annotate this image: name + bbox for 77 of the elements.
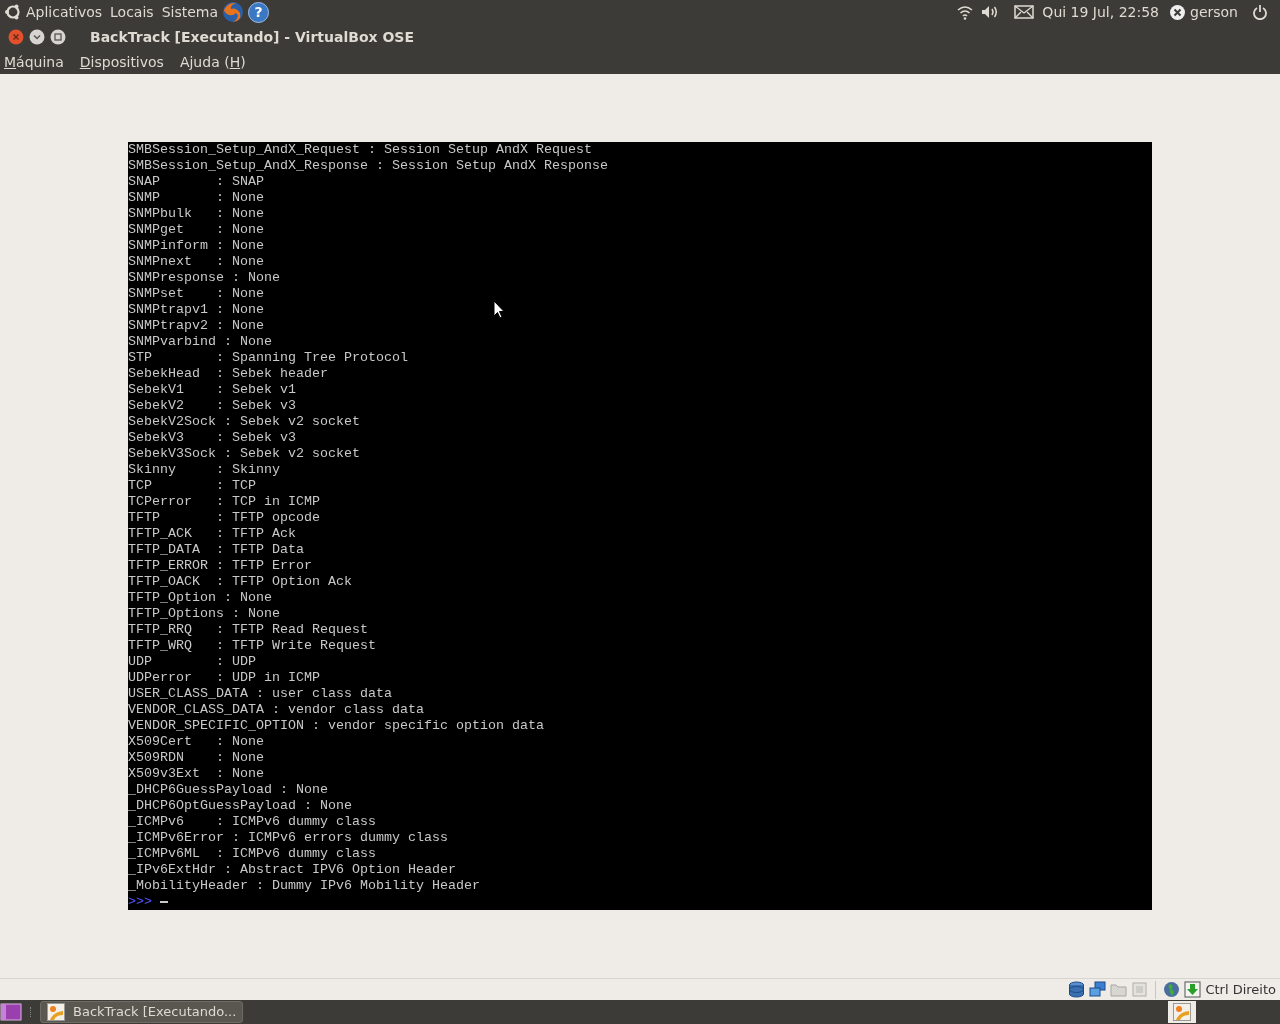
console-line: TFTP : TFTP opcode bbox=[128, 510, 320, 526]
console-line: TFTP_Options : None bbox=[128, 606, 280, 622]
menu-item[interactable]: Dispositivos bbox=[79, 51, 164, 73]
console-line: TCP : TCP bbox=[128, 478, 256, 494]
console-line: UDPerror : UDP in ICMP bbox=[128, 670, 320, 686]
ubuntu-logo-icon[interactable] bbox=[4, 3, 22, 21]
console-line: SebekV3Sock : Sebek v2 socket bbox=[128, 446, 360, 462]
menu-item[interactable]: Ajuda (H) bbox=[179, 51, 246, 73]
host-key-label: Ctrl Direito bbox=[1205, 980, 1276, 999]
console-line: SNMPresponse : None bbox=[128, 270, 280, 286]
console-line: SNAP : SNAP bbox=[128, 174, 264, 190]
console-line: _MobilityHeader : Dummy IPv6 Mobility Header bbox=[128, 878, 480, 894]
taskbar-button[interactable]: BackTrack [Executando... bbox=[40, 1001, 244, 1023]
console-line: USER_CLASS_DATA : user class data bbox=[128, 686, 392, 702]
app-icon bbox=[47, 1003, 65, 1021]
console-line: _DHCP6OptGuessPayload : None bbox=[128, 798, 352, 814]
console-line: SebekV3 : Sebek v3 bbox=[128, 430, 296, 446]
console-line: SebekV2Sock : Sebek v2 socket bbox=[128, 414, 360, 430]
network-icon[interactable] bbox=[1089, 981, 1107, 998]
workspace-switcher[interactable] bbox=[1168, 1001, 1196, 1023]
console-line: X509v3Ext : None bbox=[128, 766, 264, 782]
app-icon bbox=[1173, 1003, 1191, 1021]
console-line: SebekHead : Sebek header bbox=[128, 366, 328, 382]
console-prompt: >>> bbox=[128, 894, 152, 910]
power-icon[interactable] bbox=[1252, 4, 1268, 20]
console-line: TFTP_OACK : TFTP Option Ack bbox=[128, 574, 352, 590]
browser-globe-icon[interactable] bbox=[222, 1, 245, 23]
close-icon[interactable] bbox=[8, 29, 24, 45]
console-line: VENDOR_SPECIFIC_OPTION : vendor specific option data bbox=[128, 718, 544, 734]
menu-item[interactable]: Máquina bbox=[4, 51, 64, 73]
console-line: SNMPset : None bbox=[128, 286, 264, 302]
download-arrow-icon[interactable] bbox=[1184, 981, 1202, 998]
console-line: TFTP_RRQ : TFTP Read Request bbox=[128, 622, 368, 638]
console-line: Skinny : Skinny bbox=[128, 462, 280, 478]
console-line: SNMPget : None bbox=[128, 222, 264, 238]
console-line: _ICMPv6ML : ICMPv6 dummy class bbox=[128, 846, 376, 862]
window-title: BackTrack [Executando] - VirtualBox OSE bbox=[90, 27, 414, 47]
minimize-icon[interactable] bbox=[29, 29, 45, 45]
console-line: TFTP_ERROR : TFTP Error bbox=[128, 558, 312, 574]
console-line: _ICMPv6 : ICMPv6 dummy class bbox=[128, 814, 376, 830]
console-line: TCPerror : TCP in ICMP bbox=[128, 494, 320, 510]
user-status-icon[interactable] bbox=[1169, 3, 1186, 21]
console-line: STP : Spanning Tree Protocol bbox=[128, 350, 408, 366]
console-line: TFTP_ACK : TFTP Ack bbox=[128, 526, 296, 542]
wifi-icon[interactable] bbox=[956, 4, 975, 20]
user-name[interactable]: gerson bbox=[1190, 1, 1238, 23]
console-line: X509RDN : None bbox=[128, 750, 264, 766]
clock[interactable]: Qui 19 Jul, 22:58 bbox=[1042, 1, 1159, 23]
console-line: SMBSession_Setup_AndX_Request : Session Setup AndX Request bbox=[128, 142, 592, 158]
console-line: SebekV1 : Sebek v1 bbox=[128, 382, 296, 398]
console-line: TFTP_WRQ : TFTP Write Request bbox=[128, 638, 376, 654]
envelope-icon[interactable] bbox=[1014, 5, 1035, 19]
console-line: SebekV2 : Sebek v3 bbox=[128, 398, 296, 414]
console-line: UDP : UDP bbox=[128, 654, 256, 670]
console-line: TFTP_DATA : TFTP Data bbox=[128, 542, 304, 558]
console-line: TFTP_Option : None bbox=[128, 590, 272, 606]
panel-menu[interactable]: Sistema bbox=[157, 1, 223, 23]
text-cursor-icon bbox=[160, 901, 168, 903]
panel-menu[interactable]: Aplicativos bbox=[22, 1, 107, 23]
panel-menu[interactable]: Locais bbox=[106, 1, 158, 23]
maximize-icon[interactable] bbox=[50, 29, 66, 45]
globe-icon[interactable] bbox=[1163, 981, 1181, 998]
mouse-pointer-icon bbox=[493, 300, 505, 319]
console-line: SNMPnext : None bbox=[128, 254, 264, 270]
console-line: _DHCP6GuessPayload : None bbox=[128, 782, 328, 798]
console-line: SNMPinform : None bbox=[128, 238, 264, 254]
console-line: SNMPtrapv1 : None bbox=[128, 302, 264, 318]
console-line: SMBSession_Setup_AndX_Response : Session Setup AndX Response bbox=[128, 158, 608, 174]
console-line: _IPv6ExtHdr : Abstract IPV6 Option Header bbox=[128, 862, 456, 878]
help-icon[interactable]: ? bbox=[248, 1, 270, 23]
console-line: SNMPvarbind : None bbox=[128, 334, 272, 350]
console-line: X509Cert : None bbox=[128, 734, 264, 750]
console-line: SNMPbulk : None bbox=[128, 206, 264, 222]
console-line: SNMP : None bbox=[128, 190, 264, 206]
console-line: _ICMPv6Error : ICMPv6 errors dummy class bbox=[128, 830, 448, 846]
console-line: VENDOR_CLASS_DATA : vendor class data bbox=[128, 702, 424, 718]
console-line: SNMPtrapv2 : None bbox=[128, 318, 264, 334]
